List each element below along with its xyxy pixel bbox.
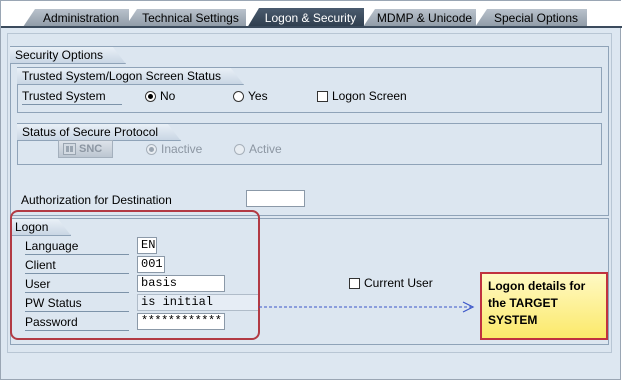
- authorization-label: Authorization for Destination: [21, 193, 172, 207]
- protocol-active-radio[interactable]: [234, 144, 245, 155]
- trusted-system-group: Trusted System/Logon Screen Status Trust…: [17, 67, 602, 113]
- logon-highlight-box: [10, 210, 260, 340]
- window-frame: Administration Technical Settings Logon …: [0, 0, 622, 380]
- trusted-system-group-title: Trusted System/Logon Screen Status: [17, 67, 244, 85]
- protocol-inactive-label: Inactive: [161, 142, 203, 156]
- protocol-active-label: Active: [249, 142, 282, 156]
- tab-underline: [1, 26, 622, 28]
- tab-special-options[interactable]: Special Options: [475, 9, 587, 27]
- trusted-yes-label: Yes: [248, 89, 268, 103]
- tab-strip: Administration Technical Settings Logon …: [1, 1, 622, 28]
- security-options-group: Security Options Trusted System/Logon Sc…: [10, 46, 609, 216]
- current-user-checkbox[interactable]: [349, 278, 360, 289]
- callout-line-2: the TARGET: [488, 296, 558, 310]
- trusted-yes-radio[interactable]: [233, 91, 244, 102]
- trusted-no-label: No: [160, 89, 176, 103]
- secure-protocol-title: Status of Secure Protocol: [17, 123, 181, 141]
- trusted-system-label: Trusted System: [22, 88, 122, 105]
- logon-screen-label: Logon Screen: [332, 89, 407, 103]
- protocol-inactive-radio[interactable]: [146, 144, 157, 155]
- logon-screen-checkbox[interactable]: [317, 91, 328, 102]
- callout-line-1: Logon details for: [488, 279, 586, 293]
- security-options-title: Security Options: [10, 46, 126, 64]
- tab-logon-security[interactable]: Logon & Security: [247, 8, 364, 28]
- tab-mdmp-unicode[interactable]: MDMP & Unicode: [363, 9, 476, 27]
- callout-arrow: [259, 301, 475, 313]
- trusted-no-radio[interactable]: [145, 91, 156, 102]
- secure-protocol-group: Status of Secure Protocol SNC Inactive A…: [17, 123, 602, 165]
- current-user-label: Current User: [364, 276, 433, 290]
- snc-button[interactable]: SNC: [58, 140, 113, 158]
- tab-administration[interactable]: Administration: [23, 9, 129, 27]
- callout-line-3: SYSTEM: [488, 313, 538, 327]
- callout-note: Logon details for the TARGET SYSTEM: [480, 272, 608, 340]
- tab-technical-settings[interactable]: Technical Settings: [125, 9, 246, 27]
- authorization-field[interactable]: [246, 190, 305, 207]
- snc-button-label: SNC: [79, 143, 103, 155]
- snc-icon: [63, 143, 76, 155]
